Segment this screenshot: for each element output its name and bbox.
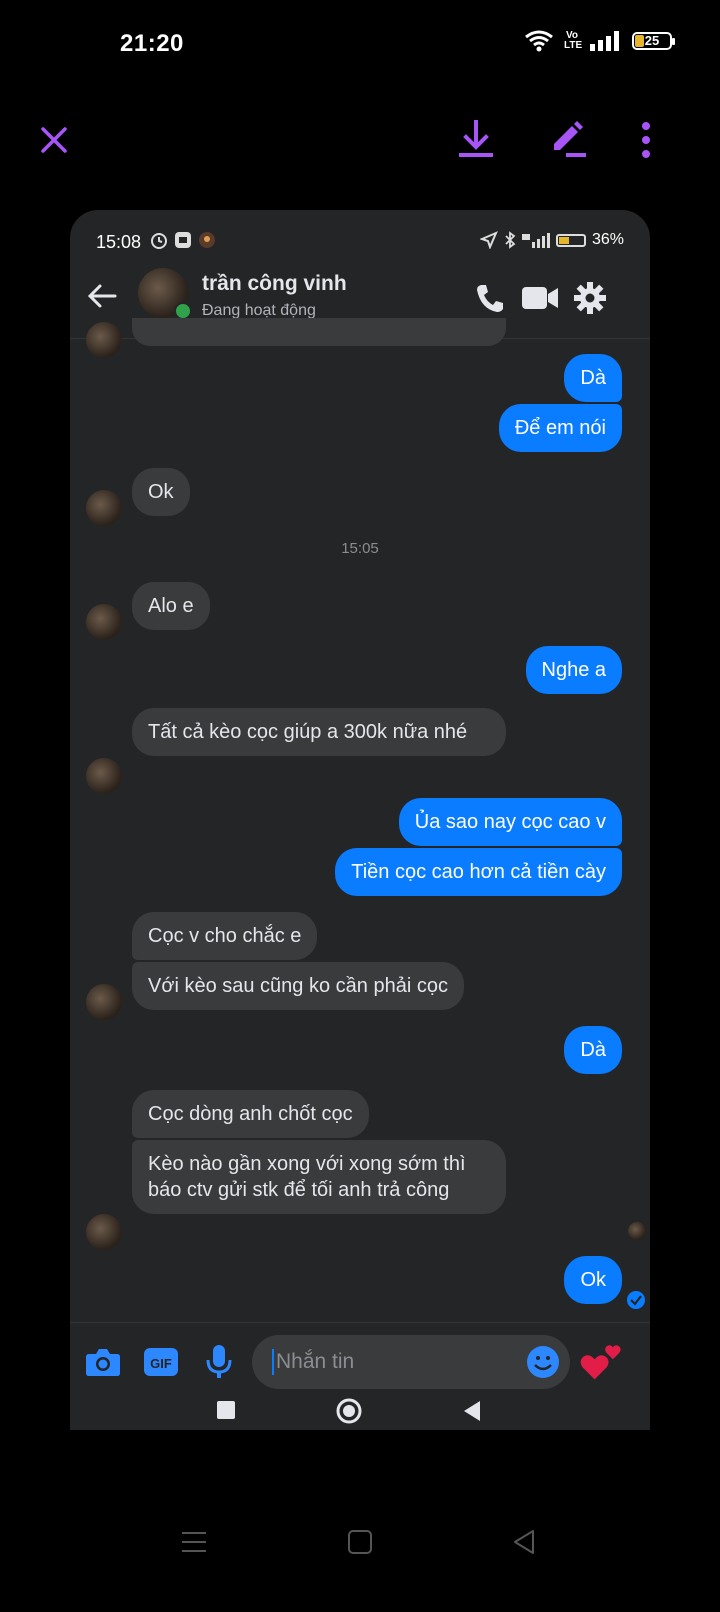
sender-avatar [86, 490, 122, 526]
back-triangle-icon [514, 1530, 534, 1554]
menu-icon [182, 1532, 206, 1552]
inner-nav-bar [70, 1398, 650, 1430]
location-icon [479, 231, 498, 249]
delivered-check-icon [627, 1291, 645, 1309]
camera-button[interactable] [82, 1341, 124, 1383]
home-nav-button[interactable] [338, 1520, 382, 1564]
download-button[interactable] [454, 118, 498, 162]
gif-button[interactable]: GIF [140, 1341, 182, 1383]
partial-message [132, 318, 506, 346]
inner-battery-level: 36% [591, 231, 624, 248]
more-button[interactable] [624, 118, 668, 162]
signal-icon [590, 31, 619, 51]
viewer-toolbar [0, 100, 720, 180]
video-camera-icon [522, 287, 558, 309]
contact-name[interactable]: trần công vinh [202, 272, 347, 296]
edit-button[interactable] [546, 118, 590, 162]
sender-avatar [86, 758, 122, 794]
message-bubble-out[interactable]: Dà [564, 354, 622, 402]
battery-icon: 25 [632, 32, 675, 50]
volte-icon: Vo LTE [564, 30, 583, 51]
menu-nav-button[interactable] [172, 1520, 216, 1564]
sender-avatar [86, 322, 122, 358]
close-button[interactable] [32, 118, 76, 162]
message-bubble-in[interactable]: Cọc dòng anh chốt cọc [132, 1090, 369, 1138]
edit-icon [554, 121, 586, 157]
video-call-button[interactable] [520, 278, 560, 318]
message-bubble-out[interactable]: Nghe a [525, 646, 622, 694]
wifi-icon [525, 30, 553, 52]
sender-avatar [86, 604, 122, 640]
message-composer: GIF Nhắn tin [70, 1322, 650, 1401]
message-bubble-out[interactable]: Dà [564, 1026, 622, 1074]
message-bubble-out[interactable]: Để em nói [498, 404, 622, 452]
settings-button[interactable] [570, 278, 610, 318]
message-bubble-in[interactable]: Với kèo sau cũng ko cần phải cọc [132, 962, 464, 1010]
bluetooth-icon [505, 231, 516, 249]
hearts-icon [580, 1345, 621, 1380]
message-bubble-in[interactable]: Kèo nào gần xong với xong sớm thì báo ct… [132, 1140, 506, 1214]
os-status-icons: Vo LTE 25 [524, 30, 675, 52]
back-icon [464, 1401, 480, 1421]
thread-timestamp: 15:05 [341, 540, 379, 557]
inner-status-right-icons: 36% [479, 231, 624, 249]
inner-status-left-icons [150, 231, 216, 249]
os-status-bar: 21:20 Vo LTE 25 [0, 0, 720, 90]
app-icon [199, 232, 215, 248]
camera-icon [86, 1349, 120, 1376]
more-icon [642, 122, 650, 158]
inner-clock: 15:08 [96, 232, 142, 252]
message-input[interactable]: Nhắn tin [252, 1335, 570, 1389]
seen-avatar [628, 1222, 646, 1240]
reaction-button[interactable] [580, 1341, 622, 1383]
message-input-placeholder: Nhắn tin [276, 1350, 355, 1373]
back-arrow-icon [87, 284, 117, 308]
message-bubble-out[interactable]: Ok [564, 1256, 622, 1304]
phone-icon [477, 285, 503, 312]
recents-icon [217, 1401, 235, 1419]
download-icon [459, 120, 493, 157]
alarm-icon [151, 233, 167, 249]
voice-call-button[interactable] [470, 278, 510, 318]
os-clock: 21:20 [120, 30, 184, 57]
message-bubble-out[interactable]: Tiền cọc cao hơn cả tiền cày [335, 848, 622, 896]
notification-icon [175, 232, 191, 248]
home-icon [336, 1398, 362, 1424]
message-bubble-out[interactable]: Ủa sao nay cọc cao v [398, 798, 622, 846]
emoji-icon[interactable] [526, 1345, 560, 1379]
message-bubble-in[interactable]: Cọc v cho chắc e [132, 912, 318, 960]
close-icon [41, 127, 67, 153]
messenger-screenshot: 15:08 36% trần công vinh Đang hoạt động [70, 210, 650, 1430]
sender-avatar [86, 984, 122, 1020]
inner-status-bar: 15:08 36% [70, 210, 650, 252]
message-bubble-in[interactable]: Alo e [132, 582, 210, 630]
home-square-icon [348, 1530, 372, 1554]
voice-message-button[interactable] [198, 1341, 240, 1383]
gif-icon: GIF [144, 1348, 178, 1376]
message-thread[interactable]: Dà Để em nói Ok 15:05 Alo e Nghe a Tất c… [70, 318, 650, 1338]
microphone-icon [206, 1345, 232, 1378]
back-nav-button[interactable] [502, 1520, 546, 1564]
message-bubble-in[interactable]: Ok [132, 468, 190, 516]
svg-text:GIF: GIF [150, 1356, 172, 1371]
back-button[interactable] [82, 276, 122, 316]
inner-signal-icon [521, 233, 550, 248]
battery-level: 25 [644, 33, 660, 48]
gear-icon [574, 282, 606, 314]
message-bubble-in[interactable]: Tất cả kèo cọc giúp a 300k nữa nhé [132, 708, 506, 756]
inner-battery-icon [555, 233, 586, 247]
os-navigation-bar [0, 1500, 720, 1580]
sender-avatar [86, 1214, 122, 1250]
text-cursor [272, 1349, 274, 1375]
